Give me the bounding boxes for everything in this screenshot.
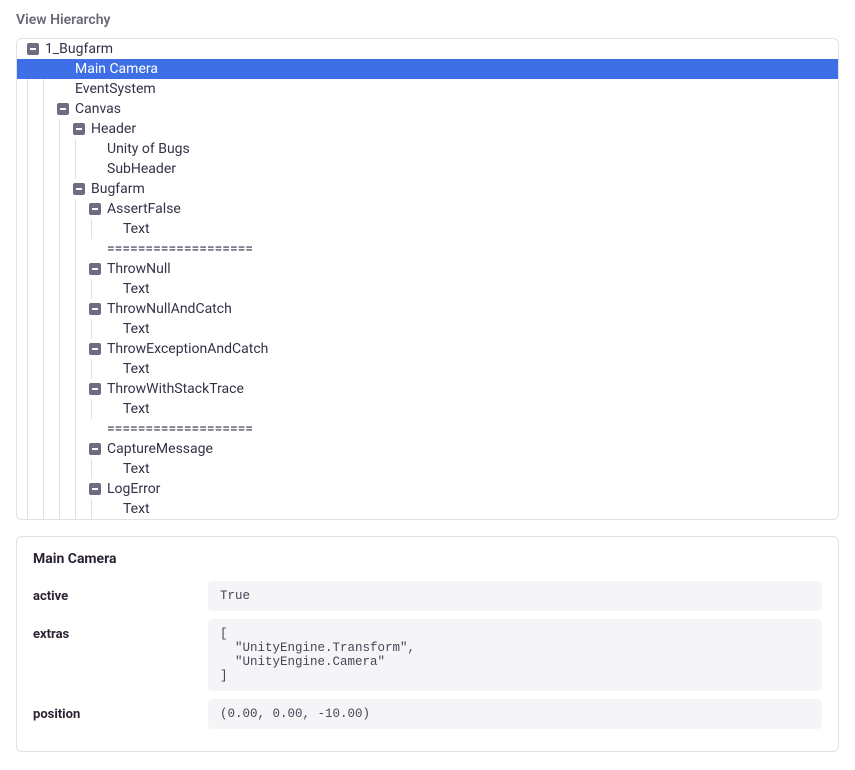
tree-row-label: =================== xyxy=(107,419,253,439)
details-panel: Main Camera activeTrueextras[ "UnityEngi… xyxy=(16,536,839,752)
tree-row[interactable]: EventSystem xyxy=(17,79,838,99)
tree-row-label: =================== xyxy=(107,239,253,259)
hierarchy-tree: 1_BugfarmMain CameraEventSystemCanvasHea… xyxy=(16,38,839,520)
tree-row-label: Text xyxy=(123,459,150,479)
tree-row-label: EventSystem xyxy=(75,79,156,99)
tree-row-label: Text xyxy=(123,359,150,379)
tree-row[interactable]: Text xyxy=(17,279,838,299)
tree-row-label: ThrowWithStackTrace xyxy=(107,379,244,399)
tree-row-label: Bugfarm xyxy=(91,179,145,199)
tree-row[interactable]: =================== xyxy=(17,239,838,259)
tree-row-label: ThrowNullAndCatch xyxy=(107,299,232,319)
tree-row[interactable]: Text xyxy=(17,499,838,519)
tree-row-label: Text xyxy=(123,399,150,419)
collapse-icon[interactable] xyxy=(57,103,69,115)
tree-row[interactable]: Text xyxy=(17,219,838,239)
property-row: position(0.00, 0.00, -10.00) xyxy=(33,699,822,729)
collapse-icon[interactable] xyxy=(89,303,101,315)
tree-row-label: Text xyxy=(123,319,150,339)
collapse-icon[interactable] xyxy=(27,43,39,55)
collapse-icon[interactable] xyxy=(73,123,85,135)
collapse-icon[interactable] xyxy=(73,183,85,195)
tree-row[interactable]: LogError xyxy=(17,479,838,499)
tree-row[interactable]: Main Camera xyxy=(17,59,838,79)
tree-row[interactable]: ThrowNullAndCatch xyxy=(17,299,838,319)
tree-row[interactable]: CaptureMessage xyxy=(17,439,838,459)
property-value: (0.00, 0.00, -10.00) xyxy=(208,699,822,729)
property-row: activeTrue xyxy=(33,581,822,611)
tree-row-label: ThrowNull xyxy=(107,259,171,279)
collapse-icon[interactable] xyxy=(89,203,101,215)
tree-row[interactable]: 1_Bugfarm xyxy=(17,39,838,59)
details-title: Main Camera xyxy=(33,551,822,567)
property-key: position xyxy=(33,699,208,722)
tree-row[interactable]: Canvas xyxy=(17,99,838,119)
tree-row[interactable]: Text xyxy=(17,319,838,339)
collapse-icon[interactable] xyxy=(89,343,101,355)
tree-row[interactable]: ThrowWithStackTrace xyxy=(17,379,838,399)
collapse-icon[interactable] xyxy=(89,483,101,495)
tree-row-label: Text xyxy=(123,219,150,239)
tree-row[interactable]: AssertFalse xyxy=(17,199,838,219)
tree-row[interactable]: Bugfarm xyxy=(17,179,838,199)
tree-row[interactable]: Text xyxy=(17,399,838,419)
tree-row[interactable]: Text xyxy=(17,359,838,379)
property-row: extras[ "UnityEngine.Transform", "UnityE… xyxy=(33,619,822,691)
panel-title: View Hierarchy xyxy=(16,12,839,28)
tree-row[interactable]: SubHeader xyxy=(17,159,838,179)
property-key: active xyxy=(33,581,208,604)
tree-row-label: SubHeader xyxy=(107,159,176,179)
tree-row-label: LogError xyxy=(107,479,160,499)
property-value: [ "UnityEngine.Transform", "UnityEngine.… xyxy=(208,619,822,691)
collapse-icon[interactable] xyxy=(89,443,101,455)
tree-row[interactable]: Header xyxy=(17,119,838,139)
tree-row-label: Header xyxy=(91,119,136,139)
tree-row-label: 1_Bugfarm xyxy=(45,39,113,59)
tree-row-label: Text xyxy=(123,279,150,299)
tree-row-label: Text xyxy=(123,499,150,519)
tree-row-label: Unity of Bugs xyxy=(107,139,190,159)
collapse-icon[interactable] xyxy=(89,263,101,275)
tree-row[interactable]: ThrowNull xyxy=(17,259,838,279)
tree-row[interactable]: ThrowExceptionAndCatch xyxy=(17,339,838,359)
property-value: True xyxy=(208,581,822,611)
tree-row-label: CaptureMessage xyxy=(107,439,213,459)
tree-row-label: ThrowExceptionAndCatch xyxy=(107,339,268,359)
tree-row-label: AssertFalse xyxy=(107,199,181,219)
tree-row[interactable]: Unity of Bugs xyxy=(17,139,838,159)
tree-row-label: Main Camera xyxy=(75,59,158,79)
property-key: extras xyxy=(33,619,208,642)
tree-row-label: Canvas xyxy=(75,99,121,119)
tree-row[interactable]: Text xyxy=(17,459,838,479)
tree-row[interactable]: =================== xyxy=(17,419,838,439)
collapse-icon[interactable] xyxy=(89,383,101,395)
